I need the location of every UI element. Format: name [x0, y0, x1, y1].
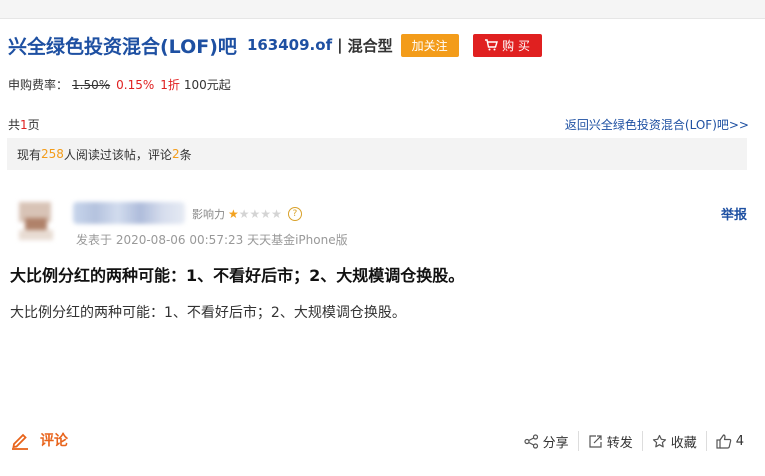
cart-icon: [485, 39, 499, 51]
favorite-label: 收藏: [670, 435, 697, 451]
subscription-fee: 申购费率： 1.50% 0.15% 1折 100元起: [8, 76, 231, 93]
fee-label: 申购费率：: [8, 78, 69, 92]
star-icon: ★: [271, 207, 282, 221]
page-count-number[interactable]: 1: [20, 118, 28, 132]
fee-minimum: 100元起: [183, 78, 231, 92]
post-meta: 发表于 2020-08-06 00:57:23 天天基金iPhone版: [76, 233, 348, 247]
page-count: 共1页: [8, 116, 40, 133]
fee-original: 1.50%: [72, 78, 111, 92]
comment-label: 评论: [40, 433, 68, 449]
follow-button-label: 加关注: [411, 38, 448, 53]
favorite-star-icon: [652, 434, 666, 447]
comment-button[interactable]: 评论: [10, 430, 68, 450]
reads-prefix: 现有: [17, 147, 42, 162]
like-button[interactable]: 4: [707, 430, 753, 452]
question-icon[interactable]: ?: [287, 207, 302, 221]
favorite-button[interactable]: 收藏: [643, 430, 706, 452]
fund-header: 兴全绿色投资混合(LOF)吧 163409.of | 混合型 加关注 购 买: [8, 30, 542, 60]
influence-rating: 影响力 ★★★★★ ?: [192, 206, 302, 222]
buy-button-label: 购 买: [502, 38, 530, 53]
read-stats-bar: 现有 258 人阅读过该帖，评论 2 条: [7, 138, 747, 170]
header-separator: |: [337, 36, 343, 54]
fee-discount: 1折: [160, 78, 180, 92]
like-count: 4: [735, 433, 744, 449]
forward-button[interactable]: 转发: [579, 430, 642, 452]
post-actions: 分享 转发 收藏 4: [515, 430, 753, 452]
post-body: 大比例分红的两种可能：1、不看好后市；2、大规模调仓换股。: [10, 305, 406, 321]
fund-code-link[interactable]: 163409.of: [247, 36, 332, 54]
star-icon: ★: [260, 207, 272, 221]
influence-stars: ★★★★★: [228, 207, 282, 221]
fee-current: 0.15%: [116, 78, 155, 92]
star-icon: ★: [238, 207, 250, 221]
top-bar: [0, 0, 765, 19]
thumbs-up-icon: [716, 433, 731, 449]
post-title: 大比例分红的两种可能：1、不看好后市；2、大规模调仓换股。: [10, 266, 465, 285]
forward-label: 转发: [606, 435, 633, 451]
author-name[interactable]: [73, 202, 185, 224]
follow-button[interactable]: 加关注: [400, 33, 459, 57]
share-icon: [524, 433, 538, 449]
fund-type-label: 混合型: [347, 36, 393, 55]
star-icon: ★: [228, 207, 239, 221]
buy-button[interactable]: 购 买: [472, 33, 542, 57]
forward-icon: [589, 434, 602, 448]
edit-icon: [12, 433, 28, 450]
page-count-suffix: 页: [27, 118, 40, 132]
comment-count: 2: [171, 147, 180, 161]
back-to-bar-link[interactable]: 返回兴全绿色投资混合(LOF)吧>>: [565, 116, 749, 133]
page-count-prefix: 共: [8, 118, 21, 132]
fund-bar-title[interactable]: 兴全绿色投资混合(LOF)吧: [8, 32, 237, 59]
reads-middle: 人阅读过该帖，评论: [63, 147, 172, 162]
influence-label: 影响力: [192, 208, 225, 221]
share-button[interactable]: 分享: [515, 430, 578, 452]
share-label: 分享: [542, 435, 569, 451]
reads-suffix: 条: [179, 147, 192, 162]
reader-count: 258: [41, 147, 64, 161]
star-icon: ★: [249, 207, 261, 221]
report-link[interactable]: 举报: [721, 204, 747, 223]
avatar[interactable]: [11, 200, 59, 244]
